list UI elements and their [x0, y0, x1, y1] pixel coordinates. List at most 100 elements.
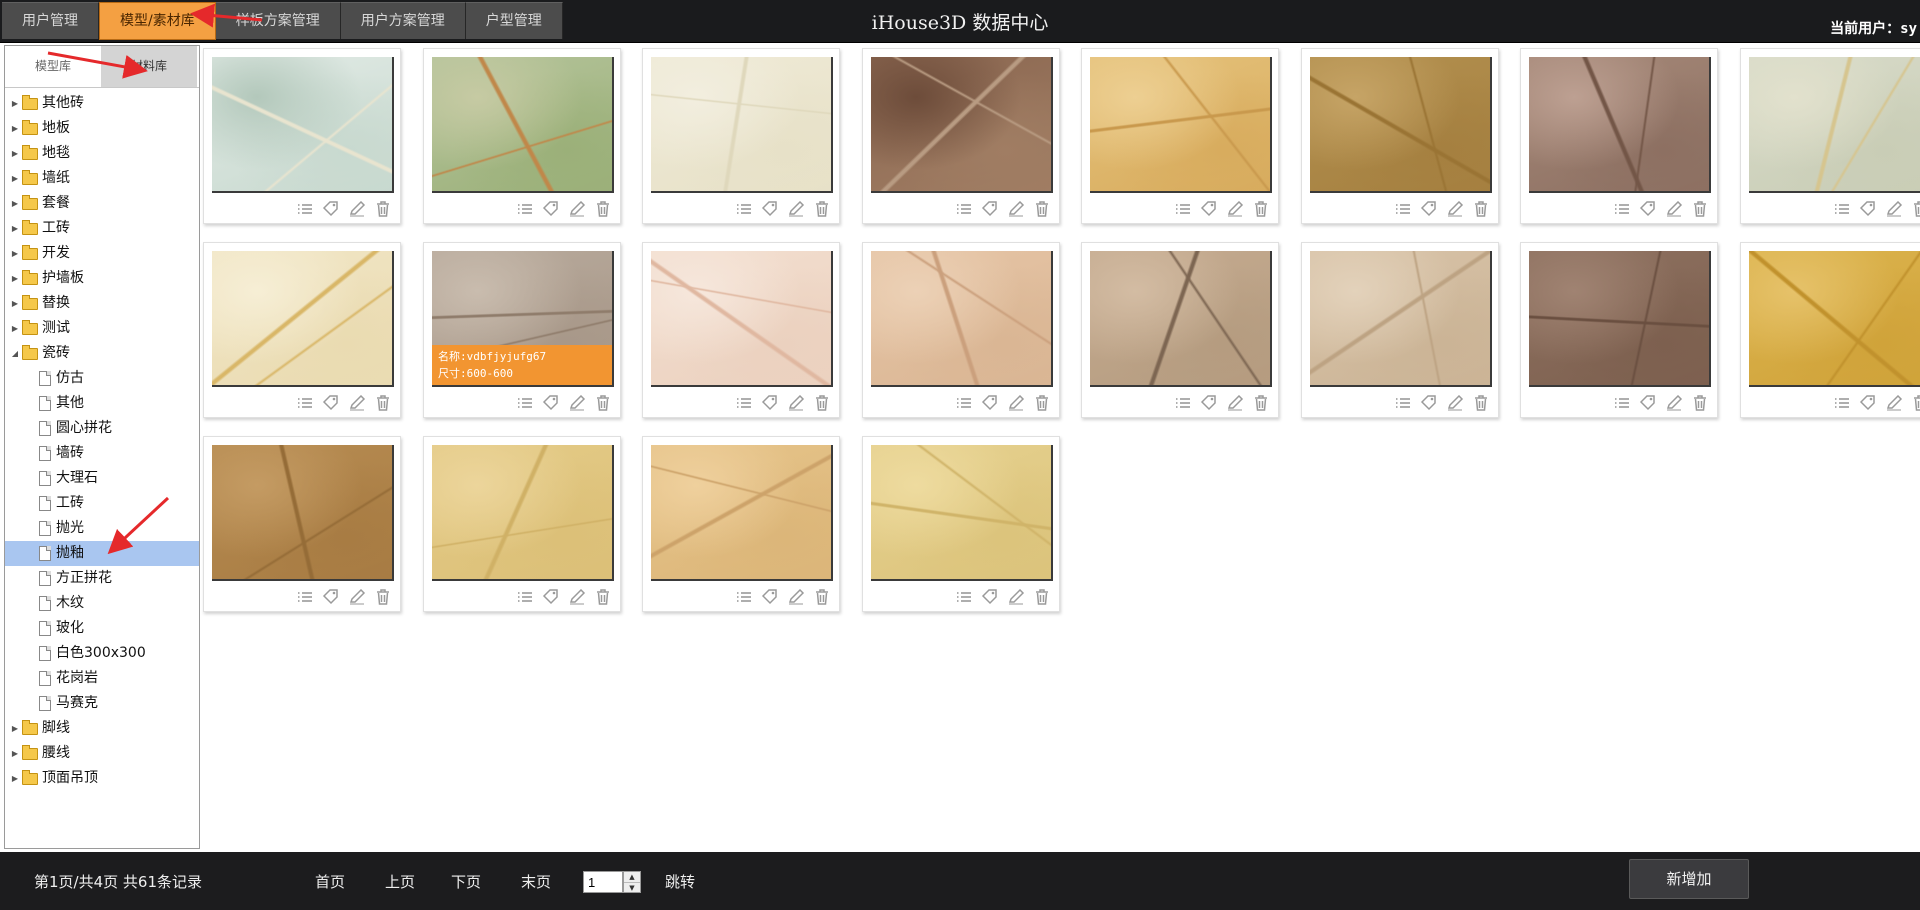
material-thumbnail[interactable]: 名称:vdbfjyjufg67 尺寸:600-600 [432, 251, 614, 387]
delete-trash-icon[interactable] [1472, 395, 1490, 411]
collapsed-arrow-icon[interactable]: ▶ [8, 716, 22, 741]
material-thumbnail[interactable] [432, 57, 614, 193]
material-card[interactable] [1301, 48, 1499, 224]
edit-pencil-icon[interactable] [1226, 394, 1244, 411]
details-list-icon[interactable] [516, 589, 534, 605]
edit-pencil-icon[interactable] [1885, 394, 1903, 411]
prev-page-link[interactable]: 上页 [385, 871, 415, 892]
edit-pencil-icon[interactable] [568, 394, 586, 411]
tag-icon[interactable] [1859, 201, 1877, 217]
material-card[interactable] [423, 436, 621, 612]
delete-trash-icon[interactable] [1911, 395, 1920, 411]
details-list-icon[interactable] [1174, 201, 1192, 217]
delete-trash-icon[interactable] [813, 589, 831, 605]
material-thumbnail[interactable] [212, 251, 394, 387]
details-list-icon[interactable] [1394, 201, 1412, 217]
collapsed-arrow-icon[interactable]: ▶ [8, 266, 22, 291]
tree-item[interactable]: 白色300x300 [5, 641, 199, 666]
details-list-icon[interactable] [1833, 395, 1851, 411]
details-list-icon[interactable] [516, 201, 534, 217]
material-card[interactable] [1520, 242, 1718, 418]
details-list-icon[interactable] [955, 201, 973, 217]
edit-pencil-icon[interactable] [1885, 200, 1903, 217]
material-card[interactable] [862, 48, 1060, 224]
edit-pencil-icon[interactable] [1446, 394, 1464, 411]
material-card[interactable] [1520, 48, 1718, 224]
edit-pencil-icon[interactable] [787, 200, 805, 217]
collapsed-arrow-icon[interactable]: ▶ [8, 191, 22, 216]
delete-trash-icon[interactable] [1033, 589, 1051, 605]
material-card[interactable] [203, 48, 401, 224]
tree-folder[interactable]: ▶ 顶面吊顶 [5, 766, 199, 791]
edit-pencil-icon[interactable] [1007, 588, 1025, 605]
edit-pencil-icon[interactable] [348, 200, 366, 217]
tree-folder[interactable]: ▶ 腰线 [5, 741, 199, 766]
tree-folder[interactable]: ▶ 脚线 [5, 716, 199, 741]
delete-trash-icon[interactable] [1472, 201, 1490, 217]
details-list-icon[interactable] [1394, 395, 1412, 411]
material-thumbnail[interactable] [871, 57, 1053, 193]
tree-folder[interactable]: ▶ 套餐 [5, 191, 199, 216]
material-thumbnail[interactable] [1090, 57, 1272, 193]
material-thumbnail[interactable] [871, 251, 1053, 387]
material-card[interactable] [203, 436, 401, 612]
tag-icon[interactable] [322, 395, 340, 411]
edit-pencil-icon[interactable] [348, 588, 366, 605]
tag-icon[interactable] [1200, 395, 1218, 411]
details-list-icon[interactable] [735, 395, 753, 411]
details-list-icon[interactable] [516, 395, 534, 411]
edit-pencil-icon[interactable] [1007, 394, 1025, 411]
tag-icon[interactable] [981, 201, 999, 217]
material-thumbnail[interactable] [1310, 251, 1492, 387]
add-new-button[interactable]: 新增加 [1629, 859, 1749, 899]
collapsed-arrow-icon[interactable]: ▶ [8, 291, 22, 316]
delete-trash-icon[interactable] [1033, 395, 1051, 411]
tree-item[interactable]: 木纹 [5, 591, 199, 616]
details-list-icon[interactable] [735, 201, 753, 217]
material-thumbnail[interactable] [651, 57, 833, 193]
next-page-link[interactable]: 下页 [451, 871, 481, 892]
tree-item[interactable]: 抛釉 [5, 541, 199, 566]
tree-folder[interactable]: ▶ 地毯 [5, 141, 199, 166]
delete-trash-icon[interactable] [594, 201, 612, 217]
details-list-icon[interactable] [296, 395, 314, 411]
delete-trash-icon[interactable] [594, 589, 612, 605]
tree-folder[interactable]: ▶ 替换 [5, 291, 199, 316]
tree-item[interactable]: 方正拼花 [5, 566, 199, 591]
details-list-icon[interactable] [1174, 395, 1192, 411]
delete-trash-icon[interactable] [1252, 201, 1270, 217]
details-list-icon[interactable] [1613, 395, 1631, 411]
tree-item[interactable]: 抛光 [5, 516, 199, 541]
tag-icon[interactable] [1420, 395, 1438, 411]
material-card[interactable]: 名称:vdbfjyjufg67 尺寸:600-600 [423, 242, 621, 418]
details-list-icon[interactable] [296, 589, 314, 605]
edit-pencil-icon[interactable] [1226, 200, 1244, 217]
material-card[interactable] [423, 48, 621, 224]
tag-icon[interactable] [542, 589, 560, 605]
material-card[interactable] [203, 242, 401, 418]
tag-icon[interactable] [1200, 201, 1218, 217]
delete-trash-icon[interactable] [594, 395, 612, 411]
tab-material-library[interactable]: 材料库 [101, 46, 197, 87]
details-list-icon[interactable] [1833, 201, 1851, 217]
material-thumbnail[interactable] [651, 445, 833, 581]
edit-pencil-icon[interactable] [1007, 200, 1025, 217]
delete-trash-icon[interactable] [813, 201, 831, 217]
collapsed-arrow-icon[interactable]: ▶ [8, 741, 22, 766]
last-page-link[interactable]: 末页 [521, 871, 551, 892]
tag-icon[interactable] [761, 395, 779, 411]
tag-icon[interactable] [542, 201, 560, 217]
tag-icon[interactable] [1639, 395, 1657, 411]
details-list-icon[interactable] [735, 589, 753, 605]
spinner-down-icon[interactable]: ▼ [624, 883, 640, 893]
edit-pencil-icon[interactable] [568, 200, 586, 217]
tree-item[interactable]: 墙砖 [5, 441, 199, 466]
first-page-link[interactable]: 首页 [315, 871, 345, 892]
tree-folder[interactable]: ▶ 地板 [5, 116, 199, 141]
tree-item[interactable]: 其他 [5, 391, 199, 416]
collapsed-arrow-icon[interactable]: ▶ [8, 766, 22, 791]
edit-pencil-icon[interactable] [348, 394, 366, 411]
delete-trash-icon[interactable] [1252, 395, 1270, 411]
material-card[interactable] [1740, 242, 1920, 418]
tree-item[interactable]: 圆心拼花 [5, 416, 199, 441]
